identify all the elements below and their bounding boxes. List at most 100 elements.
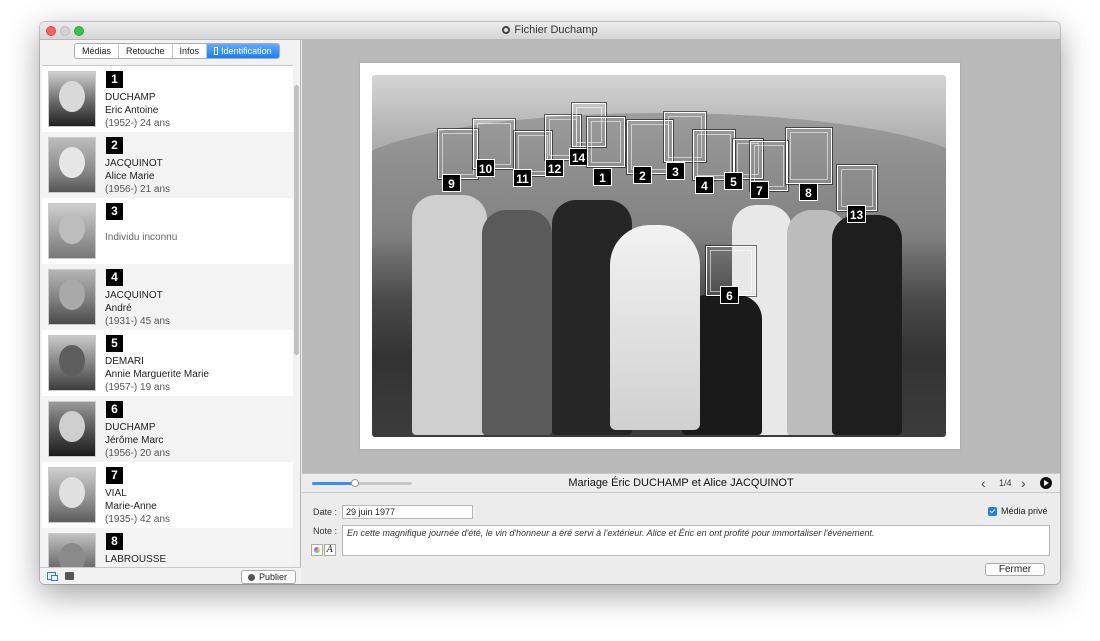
publish-button[interactable]: Publier	[241, 570, 297, 584]
previous-arrow-icon[interactable]: ‹	[981, 475, 986, 491]
person-age: (1956-) 20 ans	[105, 448, 171, 459]
person-number: 4	[106, 269, 123, 286]
person-surname: JACQUINOT	[105, 290, 163, 301]
publish-label: Publier	[259, 572, 288, 582]
person-photo	[48, 533, 96, 568]
window-title-area: Fichier Duchamp	[40, 24, 1060, 36]
person-info: JACQUINOT Alice Marie (1956-) 21 ans	[105, 157, 170, 196]
face-tag-1[interactable]: 1	[593, 168, 612, 186]
person-number: 5	[106, 335, 123, 352]
person-row-6[interactable]: 6 DUCHAMP Jérôme Marc (1956-) 20 ans	[42, 396, 293, 462]
face-tag-8[interactable]: 8	[799, 183, 818, 201]
title-bar: Fichier Duchamp	[40, 22, 1060, 40]
print-icon[interactable]	[65, 572, 74, 580]
wedding-photo: 9 10 11 12 14 1 2 3 4 5 7 8 13 6	[372, 75, 946, 437]
person-photo	[48, 269, 96, 325]
person-row-1[interactable]: 1 DUCHAMP Eric Antoine (1952-) 24 ans	[42, 66, 293, 132]
person-given-names: Jérôme Marc	[105, 435, 164, 446]
person-info: DUCHAMP Eric Antoine (1952-) 24 ans	[105, 91, 170, 130]
person-photo	[48, 467, 96, 523]
tab-medias[interactable]: Médias	[75, 44, 120, 58]
sidebar: Médias Retouche Infos Identification 1 D…	[40, 40, 301, 584]
face-box-1[interactable]	[586, 116, 626, 168]
person-row-4[interactable]: 4 JACQUINOT André (1931-) 45 ans	[42, 264, 293, 330]
tab-retouche[interactable]: Retouche	[119, 44, 173, 58]
duplicate-icon[interactable]	[47, 572, 58, 581]
sidebar-footer: Publier	[40, 567, 301, 584]
face-tag-3[interactable]: 3	[666, 162, 685, 180]
person-row-5[interactable]: 5 DEMARI Annie Marguerite Marie (1957-) …	[42, 330, 293, 396]
note-label: Note :	[313, 526, 338, 536]
person-surname: DUCHAMP	[105, 422, 156, 433]
person-unknown-label: Individu inconnu	[105, 232, 178, 243]
face-tag-2[interactable]: 2	[633, 166, 652, 184]
face-tag-12[interactable]: 12	[545, 159, 564, 177]
person-row-3[interactable]: 3 Individu inconnu	[42, 198, 293, 264]
face-tag-5[interactable]: 5	[724, 172, 743, 190]
face-tag-10[interactable]: 10	[476, 159, 495, 177]
person-given-names: Marie-Anne	[105, 501, 157, 512]
face-tag-6[interactable]: 6	[720, 286, 739, 304]
person-age: (1957-) 19 ans	[105, 382, 171, 393]
person-photo	[48, 71, 96, 127]
people-list[interactable]: 1 DUCHAMP Eric Antoine (1952-) 24 ans 2 …	[42, 65, 293, 568]
next-arrow-icon[interactable]: ›	[1021, 475, 1026, 491]
person-info: DEMARI Annie Marguerite Marie (1957-) 19…	[105, 355, 209, 394]
face-box-8[interactable]	[785, 127, 833, 185]
tab-infos[interactable]: Infos	[173, 44, 208, 58]
note-field[interactable]: En cette magnifique journée d'été, le vi…	[342, 525, 1050, 556]
person-surname: JACQUINOT	[105, 158, 163, 169]
face-tag-7[interactable]: 7	[750, 181, 769, 199]
person-row-2[interactable]: 2 JACQUINOT Alice Marie (1956-) 21 ans	[42, 132, 293, 198]
person-surname: DEMARI	[105, 356, 144, 367]
person-number: 2	[106, 137, 123, 154]
person-number: 3	[106, 203, 123, 220]
person-age: (1956-) 21 ans	[105, 184, 171, 195]
person-surname: DUCHAMP	[105, 92, 156, 103]
main-area: 9 10 11 12 14 1 2 3 4 5 7 8 13 6 Mariage…	[302, 40, 1060, 584]
media-control-bar: Mariage Éric DUCHAMP et Alice JACQUINOT …	[302, 473, 1060, 493]
font-icon[interactable]: A	[324, 544, 336, 556]
face-tag-14[interactable]: 14	[569, 148, 588, 166]
private-media-checkbox[interactable]	[988, 507, 997, 516]
face-tag-11[interactable]: 11	[513, 169, 532, 187]
date-label: Date :	[313, 507, 338, 517]
face-tag-4[interactable]: 4	[695, 176, 714, 194]
person-given-names: Eric Antoine	[105, 105, 159, 116]
media-caption: Mariage Éric DUCHAMP et Alice JACQUINOT	[568, 477, 794, 489]
person-surname: VIAL	[105, 488, 127, 499]
photo-frame: 9 10 11 12 14 1 2 3 4 5 7 8 13 6	[360, 63, 960, 449]
person-info: VIAL Marie-Anne (1935-) 42 ans	[105, 487, 170, 526]
list-scrollbar[interactable]	[294, 85, 299, 355]
app-window: Fichier Duchamp Médias Retouche Infos Id…	[40, 22, 1060, 584]
segmented-tabs: Médias Retouche Infos Identification	[74, 43, 280, 59]
person-given-names: Annie Marguerite Marie	[105, 369, 209, 380]
photo-viewer: 9 10 11 12 14 1 2 3 4 5 7 8 13 6	[302, 40, 1060, 473]
face-tag-13[interactable]: 13	[847, 205, 866, 223]
face-tag-9[interactable]: 9	[442, 174, 461, 192]
date-field[interactable]: 29 juin 1977	[342, 505, 473, 519]
person-number: 8	[106, 533, 123, 550]
person-photo	[48, 335, 96, 391]
private-media-label: Média privé	[1001, 506, 1048, 516]
play-icon[interactable]	[1040, 477, 1052, 489]
face-box-9[interactable]	[437, 128, 479, 180]
person-photo	[48, 137, 96, 193]
color-picker-icon[interactable]	[311, 544, 323, 556]
media-counter: 1/4	[999, 478, 1012, 488]
bride-dress	[610, 225, 700, 430]
person-age: (1935-) 42 ans	[105, 514, 171, 525]
person-info: JACQUINOT André (1931-) 45 ans	[105, 289, 170, 328]
person-given-names: Alice Marie	[105, 171, 155, 182]
person-given-names: André	[105, 303, 132, 314]
tab-identification[interactable]: Identification	[207, 44, 279, 58]
person-row-8[interactable]: 8 LABROUSSE	[42, 528, 293, 568]
person-info: LABROUSSE	[105, 553, 166, 566]
close-button[interactable]: Fermer	[985, 563, 1045, 576]
window-title: Fichier Duchamp	[514, 24, 598, 36]
person-number: 7	[106, 467, 123, 484]
person-row-7[interactable]: 7 VIAL Marie-Anne (1935-) 42 ans	[42, 462, 293, 528]
person-number: 1	[106, 71, 123, 88]
globe-icon	[248, 574, 255, 581]
person-photo	[48, 203, 96, 259]
